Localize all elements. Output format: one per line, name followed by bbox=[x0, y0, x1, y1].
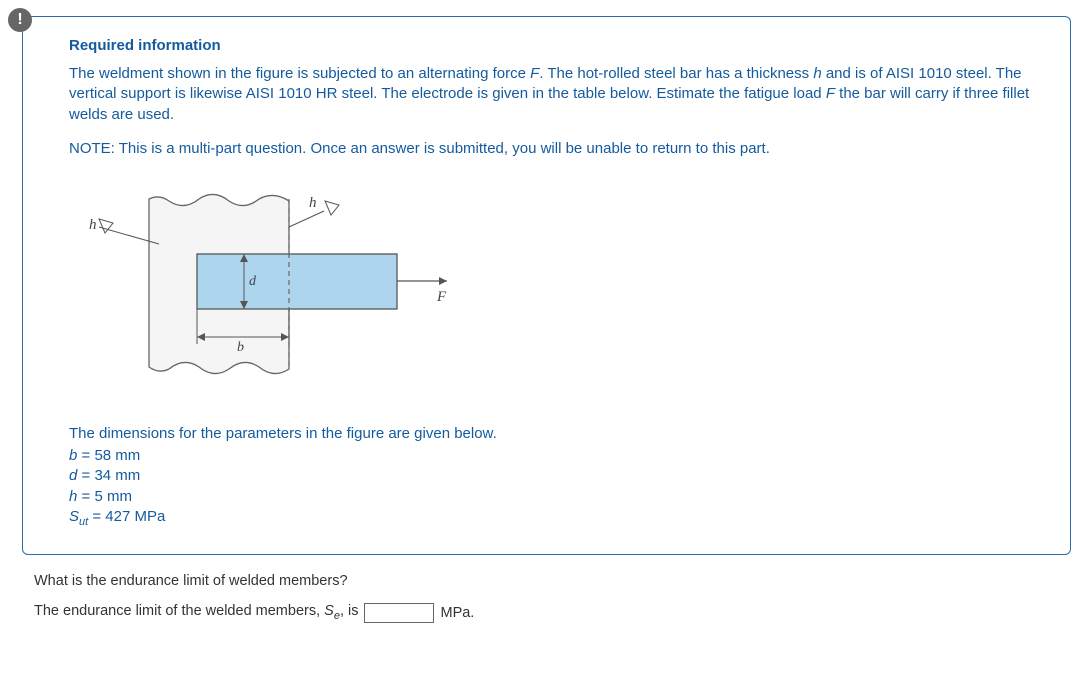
text: is bbox=[344, 603, 359, 619]
figure: F h h d b bbox=[69, 179, 1048, 389]
answer-unit: MPa. bbox=[440, 605, 474, 621]
label-F: F bbox=[436, 289, 447, 305]
endurance-limit-input[interactable] bbox=[364, 603, 434, 623]
text: The weldment shown in the figure is subj… bbox=[69, 65, 530, 82]
note-text: NOTE: This is a multi-part question. Onc… bbox=[69, 139, 1048, 159]
var-Se-S: S bbox=[324, 603, 334, 619]
answer-line: The endurance limit of the welded member… bbox=[34, 603, 1071, 623]
question-area: What is the endurance limit of welded me… bbox=[34, 573, 1071, 623]
question-text: What is the endurance limit of welded me… bbox=[34, 573, 1071, 589]
label-h-right: h bbox=[309, 195, 317, 211]
dim-d: d = 34 mm bbox=[69, 466, 1048, 486]
dim-S-val: = 427 MPa bbox=[88, 508, 165, 525]
dims-intro: The dimensions for the parameters in the… bbox=[69, 425, 1048, 442]
var-h: h bbox=[813, 65, 821, 82]
label-b: b bbox=[237, 340, 244, 355]
dim-h: h = 5 mm bbox=[69, 487, 1048, 507]
weldment-diagram: F h h d b bbox=[69, 179, 469, 389]
var-F: F bbox=[530, 65, 539, 82]
text: The endurance limit of the welded member… bbox=[34, 603, 324, 619]
dim-sut: Sut = 427 MPa bbox=[69, 507, 1048, 530]
dim-b-val: = 58 mm bbox=[77, 447, 140, 464]
var-F2: F bbox=[826, 85, 835, 102]
label-h-left: h bbox=[89, 217, 97, 233]
dim-S-var: S bbox=[69, 508, 79, 525]
answer-prefix: The endurance limit of the welded member… bbox=[34, 603, 358, 622]
text: . The hot-rolled steel bar has a thickne… bbox=[539, 65, 813, 82]
alert-badge: ! bbox=[8, 8, 32, 32]
dim-h-val: = 5 mm bbox=[77, 488, 132, 505]
required-info-box: Required information The weldment shown … bbox=[22, 16, 1071, 555]
dim-S-sub: ut bbox=[79, 516, 88, 528]
dim-d-val: = 34 mm bbox=[77, 467, 140, 484]
problem-statement: The weldment shown in the figure is subj… bbox=[69, 64, 1048, 125]
dim-b: b = 58 mm bbox=[69, 446, 1048, 466]
label-d: d bbox=[249, 274, 257, 289]
required-title: Required information bbox=[69, 37, 1048, 54]
alert-icon: ! bbox=[17, 11, 22, 29]
